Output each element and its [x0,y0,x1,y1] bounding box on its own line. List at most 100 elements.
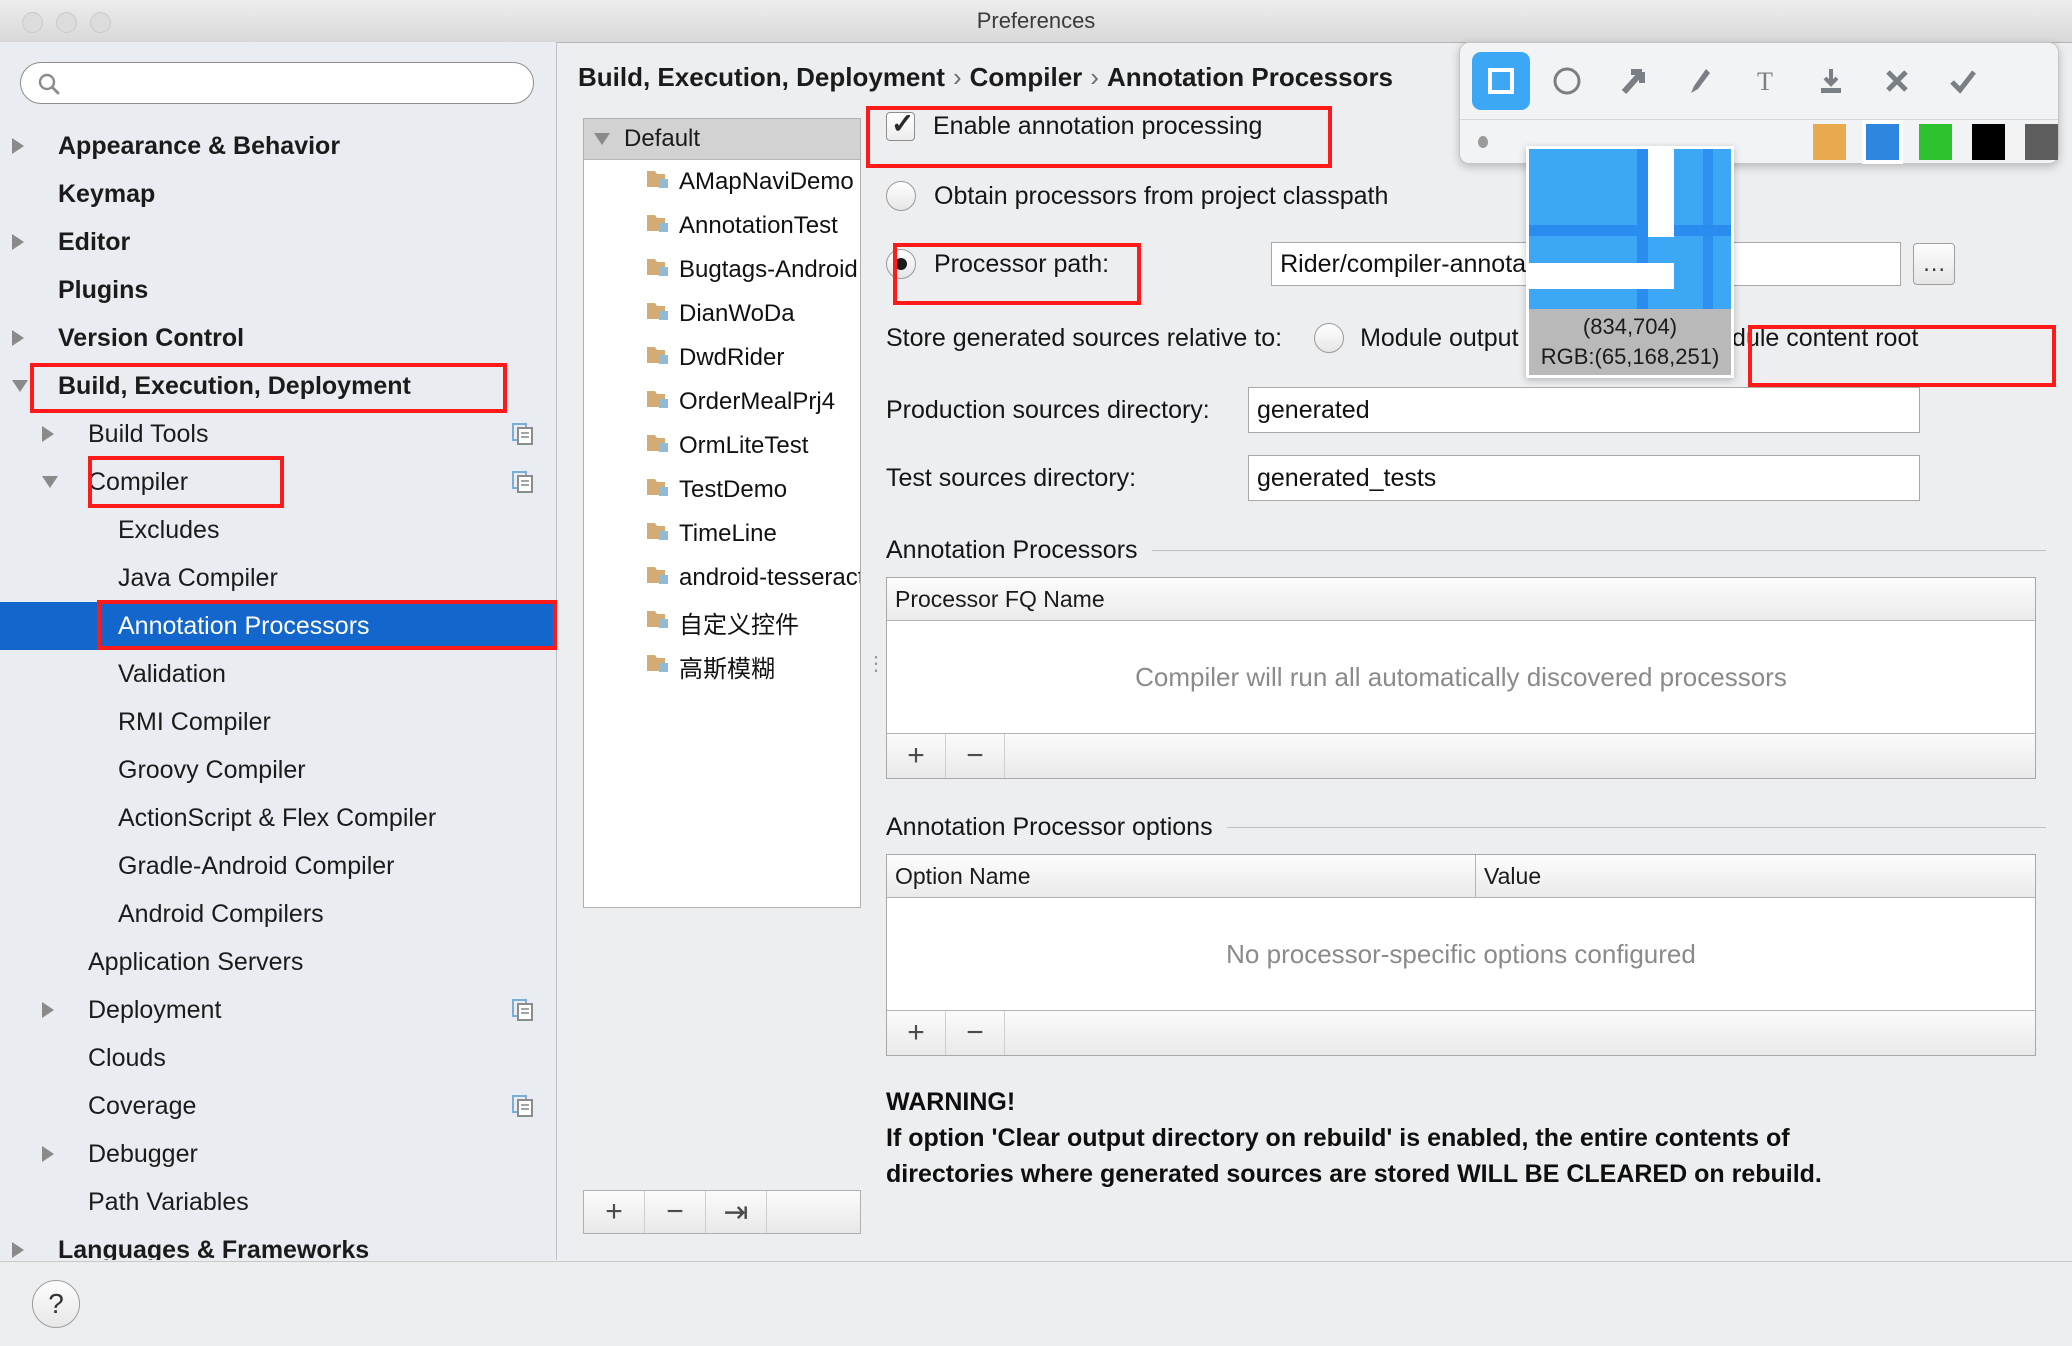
copy-module-button[interactable]: ⇥ [706,1191,767,1233]
processor-path-row[interactable]: Processor path: Rider/compiler-annotatio… [886,238,2046,290]
loupe-rgb: RGB:(65,168,251) [1540,344,1720,369]
sidebar-item-excludes[interactable]: Excludes [0,506,556,554]
module-folder-icon [646,476,672,505]
list-item[interactable]: 自定义控件 [584,600,860,644]
sidebar-item-deployment[interactable]: Deployment [0,986,556,1034]
remove-processor-button[interactable]: − [946,734,1005,778]
module-output-radio[interactable] [1314,323,1345,353]
chevron-right-icon[interactable] [12,1242,24,1258]
color-swatch[interactable] [2025,124,2058,160]
module-name: DianWoDa [679,300,795,327]
chevron-right-icon[interactable] [12,234,24,250]
panel-splitter[interactable]: ⋮ [866,654,886,674]
copy-settings-icon[interactable] [512,1095,534,1124]
list-item[interactable]: Bugtags-Android [584,248,860,292]
copy-settings-icon[interactable] [512,999,534,1028]
brush-size-dot-icon[interactable] [1478,136,1489,148]
sidebar-item-build-execution-deployment[interactable]: Build, Execution, Deployment [0,362,556,410]
confirm-icon[interactable] [1934,52,1992,110]
sidebar-item-plugins[interactable]: Plugins [0,266,556,314]
arrow-icon[interactable] [1604,52,1662,110]
sidebar-item-rmi-compiler[interactable]: RMI Compiler [0,698,556,746]
sidebar-item-appearance-behavior[interactable]: Appearance & Behavior [0,122,556,170]
sidebar-item-languages-frameworks[interactable]: Languages & Frameworks [0,1226,556,1260]
list-item[interactable]: AnnotationTest [584,204,860,248]
sidebar-item-application-servers[interactable]: Application Servers [0,938,556,986]
enable-annotation-processing-checkbox[interactable]: ✓ [886,108,915,141]
chevron-down-icon[interactable] [12,380,28,392]
sidebar-item-build-tools[interactable]: Build Tools [0,410,556,458]
production-sources-input[interactable]: generated [1248,387,1920,433]
sidebar-item-android-compilers[interactable]: Android Compilers [0,890,556,938]
close-icon[interactable] [1868,52,1926,110]
sidebar-item-annotation-processors[interactable]: Annotation Processors [0,602,556,650]
color-swatch[interactable] [1919,124,1952,160]
sidebar-item-coverage[interactable]: Coverage [0,1082,556,1130]
chevron-down-icon[interactable] [594,133,610,145]
sidebar-item-label: ActionScript & Flex Compiler [118,803,437,832]
download-icon[interactable] [1802,52,1860,110]
module-list[interactable]: AMapNaviDemo AnnotationTest Bugtags-Androi… [584,160,860,688]
chevron-right-icon[interactable] [42,1146,54,1162]
add-option-button[interactable]: + [887,1011,946,1055]
help-button[interactable]: ? [32,1280,80,1328]
sidebar-item-clouds[interactable]: Clouds [0,1034,556,1082]
copy-settings-icon[interactable] [512,423,534,452]
list-item[interactable]: android-tesseract [584,556,860,600]
color-swatch[interactable] [1813,124,1846,160]
chevron-right-icon[interactable] [12,330,24,346]
options-table[interactable]: Option Name Value No processor-specific … [886,854,2036,1056]
list-item[interactable]: OrderMealPrj4 [584,380,860,424]
list-item[interactable]: OrmLiteTest [584,424,860,468]
test-sources-input[interactable]: generated_tests [1248,455,1920,501]
copy-settings-icon[interactable] [512,471,534,500]
list-item[interactable]: DwdRider [584,336,860,380]
svg-text:T: T [1757,67,1773,96]
chevron-right-icon[interactable] [42,426,54,442]
sidebar-item-java-compiler[interactable]: Java Compiler [0,554,556,602]
list-item[interactable]: DianWoDa [584,292,860,336]
chevron-down-icon[interactable] [42,476,58,488]
sidebar-item-path-variables[interactable]: Path Variables [0,1178,556,1226]
sidebar-item-gradle-android-compiler[interactable]: Gradle-Android Compiler [0,842,556,890]
sidebar-item-actionscript-flex-compiler[interactable]: ActionScript & Flex Compiler [0,794,556,842]
obtain-from-classpath-radio[interactable] [886,181,916,211]
brush-icon[interactable] [1670,52,1728,110]
sidebar-item-label: Editor [58,227,131,256]
chevron-right-icon[interactable] [42,1002,54,1018]
processor-path-browse-button[interactable]: … [1913,243,1956,285]
sidebar-item-compiler[interactable]: Compiler [0,458,556,506]
search-input[interactable] [20,62,534,104]
module-list-panel[interactable]: Default AMapNaviDemo AnnotationTest Bugtag… [583,118,861,908]
rectangle-icon[interactable] [1472,52,1530,110]
list-item[interactable]: TestDemo [584,468,860,512]
color-swatch[interactable] [1972,124,2005,160]
module-list-header-label: Default [624,125,701,152]
remove-option-button[interactable]: − [946,1011,1005,1055]
list-item[interactable]: 高斯模糊 [584,644,860,688]
processors-table[interactable]: Processor FQ Name Compiler will run all … [886,577,2036,779]
breadcrumb-separator-2: › [1090,62,1099,92]
settings-tree[interactable]: Appearance & Behavior Keymap Editor Plugins… [0,122,556,1260]
color-swatch[interactable] [1862,120,1903,164]
sidebar-item-validation[interactable]: Validation [0,650,556,698]
remove-module-button[interactable]: − [645,1191,706,1233]
sidebar-item-editor[interactable]: Editor [0,218,556,266]
enable-annotation-processing-label: Enable annotation processing [933,111,1263,140]
sidebar-item-label: Application Servers [88,947,304,976]
add-processor-button[interactable]: + [887,734,946,778]
sidebar-item-version-control[interactable]: Version Control [0,314,556,362]
screenshot-tool-icons: T [1460,43,2058,120]
sidebar-item-keymap[interactable]: Keymap [0,170,556,218]
list-item[interactable]: AMapNaviDemo [584,160,860,204]
sidebar-item-debugger[interactable]: Debugger [0,1130,556,1178]
module-list-header[interactable]: Default [584,119,860,160]
sidebar-item-groovy-compiler[interactable]: Groovy Compiler [0,746,556,794]
text-icon[interactable]: T [1736,52,1794,110]
add-module-button[interactable]: + [584,1191,645,1233]
processor-path-radio[interactable] [886,249,916,279]
list-item[interactable]: TimeLine [584,512,860,556]
obtain-from-classpath-row[interactable]: Obtain processors from project classpath [886,170,2046,222]
ellipse-icon[interactable] [1538,52,1596,110]
chevron-right-icon[interactable] [12,138,24,154]
